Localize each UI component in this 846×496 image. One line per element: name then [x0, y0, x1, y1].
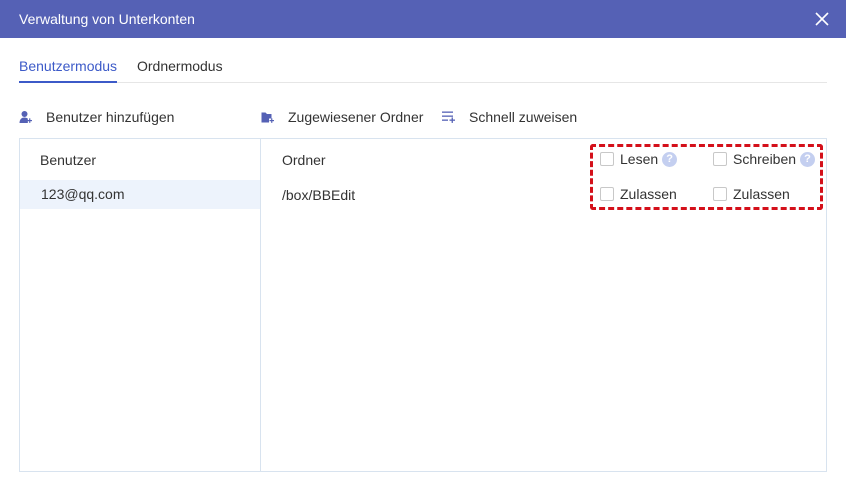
folder-path: /box/BBEdit [282, 187, 356, 203]
close-icon[interactable] [813, 10, 831, 28]
folder-list-header: Ordner [282, 152, 326, 168]
user-list-item[interactable]: 123@qq.com [20, 180, 260, 209]
assigned-folder-button[interactable]: Zugewiesener Ordner [261, 108, 423, 126]
write-help-icon[interactable]: ? [800, 151, 816, 167]
write-checkbox[interactable] [713, 152, 727, 166]
user-list: Benutzer 123@qq.com [20, 139, 261, 471]
allow-read-label: Zulassen [620, 186, 677, 202]
allow-read-permission: Zulassen [600, 186, 677, 202]
tab-folder-mode[interactable]: Ordnermodus [137, 58, 223, 83]
list-add-icon [442, 111, 455, 123]
assignment-panel: Benutzer 123@qq.com Ordner /box/BBEdit [19, 138, 827, 472]
assigned-folder-label: Zugewiesener Ordner [288, 109, 424, 125]
allow-write-checkbox[interactable] [713, 187, 727, 201]
allow-write-permission: Zulassen [713, 186, 790, 202]
tab-user-mode[interactable]: Benutzermodus [19, 58, 118, 83]
mode-tabs: Benutzermodus Ordnermodus [19, 38, 827, 83]
user-email: 123@qq.com [41, 186, 125, 202]
write-permission: Schreiben ? [713, 151, 816, 167]
read-permission: Lesen ? [600, 151, 678, 167]
dialog-title-bar: Verwaltung von Unterkonten [0, 0, 846, 38]
quick-assign-button[interactable]: Schnell zuweisen [442, 108, 577, 126]
dialog-title: Verwaltung von Unterkonten [19, 11, 195, 27]
add-user-icon [19, 111, 32, 123]
read-help-icon[interactable]: ? [662, 151, 678, 167]
read-checkbox[interactable] [600, 152, 614, 166]
add-user-label: Benutzer hinzufügen [46, 109, 175, 125]
write-label: Schreiben [733, 151, 797, 167]
read-label: Lesen [620, 151, 659, 167]
allow-read-checkbox[interactable] [600, 187, 614, 201]
folder-add-icon [261, 112, 274, 123]
quick-assign-label: Schnell zuweisen [469, 109, 578, 125]
allow-write-label: Zulassen [733, 186, 790, 202]
add-user-button[interactable]: Benutzer hinzufügen [19, 108, 174, 126]
user-list-header: Benutzer [40, 152, 97, 168]
